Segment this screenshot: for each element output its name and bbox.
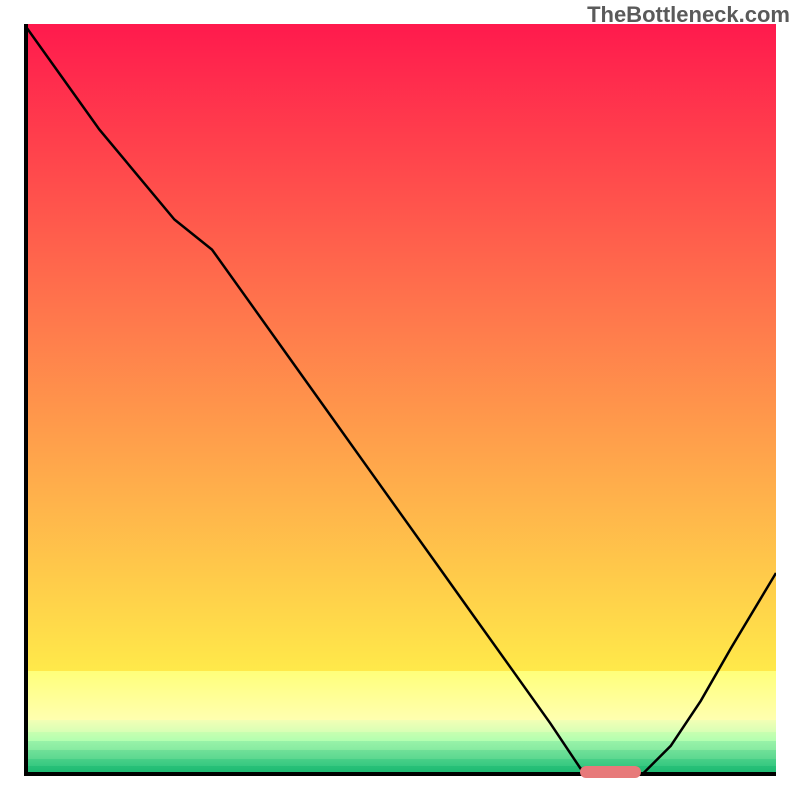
optimal-marker bbox=[580, 766, 640, 778]
bottleneck-curve bbox=[24, 24, 776, 776]
plot-area bbox=[24, 24, 776, 776]
watermark-text: TheBottleneck.com bbox=[587, 2, 790, 28]
chart-container: TheBottleneck.com bbox=[0, 0, 800, 800]
